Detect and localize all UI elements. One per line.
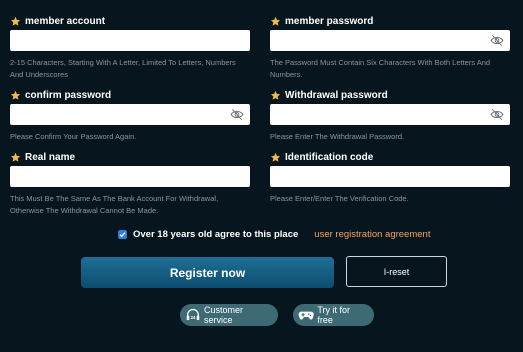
customer-service-label: Customer service <box>204 305 244 325</box>
try-free-button[interactable]: Try it for free <box>293 304 374 326</box>
confirm-password-input-box[interactable] <box>10 104 250 125</box>
withdrawal-password-label-row: Withdrawal password <box>270 88 510 102</box>
member-account-input[interactable] <box>10 30 250 51</box>
eye-slash-icon[interactable] <box>230 108 244 121</box>
gamepad-icon <box>298 311 314 320</box>
star-icon <box>270 16 281 26</box>
identification-code-input-box[interactable] <box>270 166 510 187</box>
try-free-label: Try it for free <box>317 305 350 325</box>
identification-code-label: Identification code <box>285 151 374 163</box>
real-name-input[interactable] <box>10 166 250 187</box>
member-password-hint: The Password Must Contain Six Characters… <box>270 58 491 79</box>
real-name-input-box[interactable] <box>10 166 250 187</box>
real-name-label: Real name <box>25 151 76 163</box>
member-account-label-row: member account <box>10 14 250 28</box>
member-password-label-row: member password <box>270 14 510 28</box>
confirm-password-label-row: confirm password <box>10 88 250 102</box>
member-account-hint: 2-15 Characters, Starting With A Letter,… <box>10 58 236 79</box>
star-icon <box>270 152 281 162</box>
member-account-input-box[interactable] <box>10 30 250 51</box>
confirm-password-hint: Please Confirm Your Password Again. <box>10 132 137 141</box>
identification-code-field: Identification code Please Enter/Enter T… <box>270 150 510 205</box>
confirm-password-label: confirm password <box>25 89 112 101</box>
identification-code-label-row: Identification code <box>270 150 510 164</box>
real-name-label-row: Real name <box>10 150 250 164</box>
confirm-password-field: confirm password Please Confirm Your Pas… <box>10 88 250 143</box>
real-name-hint: This Must Be The Same As The Bank Accoun… <box>10 194 219 215</box>
member-password-label: member password <box>285 15 374 27</box>
register-now-button[interactable]: Register now <box>81 257 334 288</box>
headset-24-icon: 24 <box>186 308 200 320</box>
member-password-field: member password The Password Must Contai… <box>270 14 510 80</box>
customer-service-button[interactable]: 24 Customer service <box>180 304 278 326</box>
real-name-field: Real name This Must Be The Same As The B… <box>10 150 250 216</box>
member-password-input[interactable] <box>270 30 510 51</box>
confirm-password-input[interactable] <box>10 104 250 125</box>
eye-slash-icon[interactable] <box>490 34 504 47</box>
svg-text:24: 24 <box>191 314 196 319</box>
agree-checkbox[interactable] <box>118 230 127 239</box>
user-agreement-link[interactable]: user registration agreement <box>314 229 430 240</box>
member-account-field: member account 2-15 Characters, Starting… <box>10 14 250 80</box>
member-account-label: member account <box>25 15 106 27</box>
star-icon <box>10 16 21 26</box>
eye-slash-icon[interactable] <box>490 108 504 121</box>
agreement-text: Over 18 years old agree to this place <box>133 229 299 240</box>
agreement-row: Over 18 years old agree to this place us… <box>118 229 430 240</box>
star-icon <box>10 90 21 100</box>
withdrawal-password-label: Withdrawal password <box>285 89 388 101</box>
identification-code-hint: Please Enter/Enter The Verification Code… <box>270 194 409 203</box>
withdrawal-password-input[interactable] <box>270 104 510 125</box>
star-icon <box>10 152 21 162</box>
withdrawal-password-hint: Please Enter The Withdrawal Password. <box>270 132 405 141</box>
reset-button[interactable]: I-reset <box>346 256 447 287</box>
withdrawal-password-input-box[interactable] <box>270 104 510 125</box>
withdrawal-password-field: Withdrawal password Please Enter The Wit… <box>270 88 510 143</box>
member-password-input-box[interactable] <box>270 30 510 51</box>
star-icon <box>270 90 281 100</box>
check-icon <box>119 232 126 238</box>
identification-code-input[interactable] <box>270 166 510 187</box>
